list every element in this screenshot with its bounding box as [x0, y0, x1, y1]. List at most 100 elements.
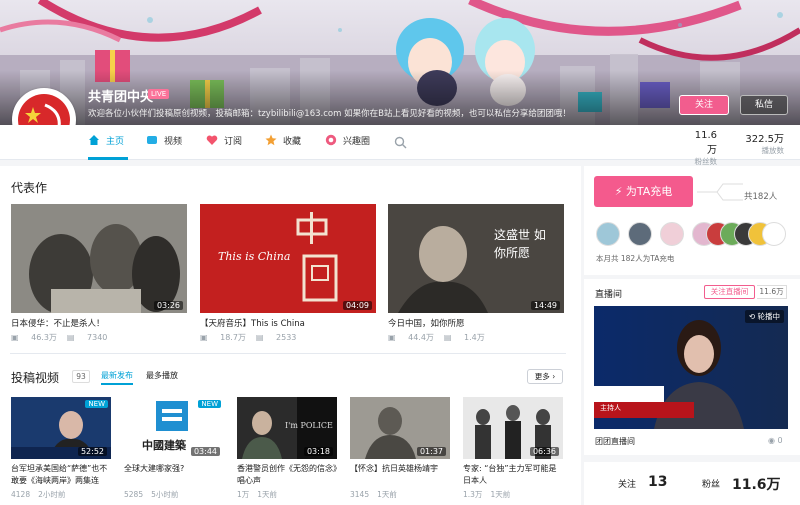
tab-video[interactable]: 视频 [146, 125, 182, 160]
upload-card[interactable]: 中國建築 NEW 03:44 全球大建哪家强? 5285 5小时前 [124, 397, 224, 500]
video-title[interactable]: 日本侵华：不止是杀人！ [11, 317, 187, 329]
tab-subscribe[interactable]: 订阅 [206, 125, 242, 160]
plays-count: 18.7万 [220, 333, 246, 342]
circuit-decoration [697, 183, 743, 201]
video-thumbnail[interactable]: 06:36 [463, 397, 563, 459]
home-icon [89, 135, 99, 145]
fan-avatar[interactable] [628, 222, 652, 246]
tab-home-label: 主页 [106, 137, 125, 147]
masterpiece-card[interactable]: 03:26 日本侵华：不止是杀人！ ▣ 46.3万 ▤ 7340 [11, 204, 187, 343]
thumb-caption: 中國建築 [142, 439, 186, 452]
upload-card[interactable]: 01:37 【怀念】抗日英雄杨靖宇 3145 1天前 [350, 397, 450, 500]
duration: 01:37 [416, 447, 446, 456]
signature: 欢迎各位小伙伴们投稿原创视频，投稿邮箱：tzybilibili@163.com … [88, 109, 571, 119]
fans-label[interactable]: 粉丝 [702, 477, 720, 490]
video-thumbnail[interactable]: NEW 52:52 [11, 397, 111, 459]
duration: 04:09 [342, 301, 372, 310]
masterpiece-title: 代表作 [11, 181, 48, 195]
upload-card[interactable]: I'm POLICE 03:18 香港警员创作《无怨的信念》唱心声 1万 1天前 [237, 397, 337, 500]
danmaku-count: 1.4万 [464, 333, 485, 342]
live-host-image [594, 306, 788, 429]
danmaku-icon: ▤ [66, 333, 78, 342]
upload-time: 1天前 [257, 490, 278, 499]
masterpiece-card[interactable]: This is China 04:09 【天府音乐】This is China … [200, 204, 376, 343]
tab-favorites-label: 收藏 [283, 137, 302, 147]
more-button[interactable]: 更多 › [527, 369, 563, 384]
plays-icon: ▣ [200, 333, 211, 342]
thumb-caption: This is China [218, 250, 291, 263]
duration: 14:49 [530, 301, 560, 310]
nav-bar: 主页 视频 订阅 收藏 兴趣圈 11.6万 粉丝数 322.5万 播放数 [0, 125, 800, 166]
video-thumbnail[interactable]: This is China 04:09 [200, 204, 376, 313]
lightning-icon: ⚡ [614, 185, 626, 198]
tab-circles[interactable]: 兴趣圈 [325, 125, 370, 160]
tab-circles-label: 兴趣圈 [343, 137, 371, 147]
uploads-count: 93 [72, 370, 90, 383]
plays-count: 46.3万 [31, 333, 57, 342]
video-meta: ▣ 18.7万 ▤ 2533 [200, 332, 376, 343]
fans-count[interactable]: 11.6万 [732, 474, 781, 494]
upload-time: 1天前 [377, 490, 397, 499]
video-meta: 1.3万 1天前 [463, 489, 563, 500]
new-badge: NEW [85, 400, 108, 408]
tab-home[interactable]: 主页 [88, 125, 124, 160]
charge-total: 共182人 [744, 192, 778, 202]
video-title[interactable]: 专家: “台独”主力军可能是日本人 [463, 463, 563, 487]
plays-count: 4128 [11, 490, 31, 499]
live-room-name[interactable]: 团团直播间 [595, 436, 635, 447]
fan-avatar[interactable] [762, 222, 786, 246]
chevron-right-icon: › [552, 372, 556, 381]
video-title[interactable]: 【天府音乐】This is China [200, 317, 376, 329]
danmaku-count: 2533 [276, 333, 297, 342]
video-meta: 3145 1天前 [350, 489, 450, 500]
stat-fans-value: 11.6万 [694, 130, 717, 156]
follow-button[interactable]: 关注 [679, 95, 729, 115]
danmaku-count: 7340 [87, 333, 108, 342]
following-label[interactable]: 关注 [618, 477, 636, 490]
masterpiece-card[interactable]: 这盛世 如你所愿 14:49 今日中国，如你所愿 ▣ 44.4万 ▤ 1.4万 [388, 204, 564, 343]
following-count[interactable]: 13 [648, 474, 667, 490]
carousel-badge: ⟲ 轮播中 [744, 310, 784, 323]
eye-icon: ◉ [768, 436, 778, 445]
charge-button[interactable]: ⚡ 为TA充电 [594, 176, 693, 207]
video-title[interactable]: 【怀念】抗日英雄杨靖宇 [350, 463, 450, 487]
fan-avatar[interactable] [596, 222, 620, 246]
video-thumbnail[interactable]: I'm POLICE 03:18 [237, 397, 337, 459]
danmaku-icon: ▤ [443, 333, 455, 342]
stat-plays-value: 322.5万 [745, 134, 784, 145]
sort-most-tab[interactable]: 最多播放 [146, 370, 178, 381]
thumb-old-photo [11, 204, 187, 313]
charge-button-label: 为TA充电 [625, 185, 673, 198]
video-title[interactable]: 今日中国，如你所愿 [388, 317, 564, 329]
upload-card[interactable]: 06:36 专家: “台独”主力军可能是日本人 1.3万 1天前 [463, 397, 563, 500]
thumb-caption: 这盛世 如你所愿 [494, 228, 546, 260]
video-thumbnail[interactable]: 这盛世 如你所愿 14:49 [388, 204, 564, 313]
live-follow-button[interactable]: 关注直播间 [704, 285, 755, 299]
video-title[interactable]: 全球大建哪家强? [124, 463, 224, 487]
section-divider [10, 353, 566, 354]
duration: 06:36 [529, 447, 559, 456]
fan-avatar[interactable] [660, 222, 684, 246]
duration: 03:44 [190, 447, 220, 456]
sort-latest-tab[interactable]: 最新发布 [101, 370, 133, 385]
message-button[interactable]: 私信 [740, 95, 788, 115]
tab-favorites[interactable]: 收藏 [265, 125, 301, 160]
video-title[interactable]: 香港警员创作《无怨的信念》唱心声 [237, 463, 337, 487]
video-thumbnail[interactable]: 中國建築 NEW 03:44 [124, 397, 224, 459]
live-thumbnail[interactable]: 主持人 ⟲ 轮播中 [594, 306, 788, 429]
upload-time: 1天前 [490, 490, 511, 499]
upload-card[interactable]: NEW 52:52 台军坦承美国给“萨德”也不敢要《海峡两岸》两集连 4128 2… [11, 397, 111, 500]
live-fans-count: 11.6万 [757, 285, 787, 299]
duration: 03:26 [153, 301, 183, 310]
live-badge[interactable]: LIVE [148, 89, 170, 99]
tab-video-label: 视频 [164, 137, 183, 147]
plays-icon: ▣ [388, 333, 399, 342]
video-thumbnail[interactable]: 01:37 [350, 397, 450, 459]
video-thumbnail[interactable]: 03:26 [11, 204, 187, 313]
star-icon [265, 134, 277, 146]
stat-fans[interactable]: 11.6万 粉丝数 [685, 130, 718, 167]
circle-icon [325, 134, 337, 146]
plays-count: 44.4万 [408, 333, 434, 342]
search-icon[interactable] [394, 136, 407, 149]
video-title[interactable]: 台军坦承美国给“萨德”也不敢要《海峡两岸》两集连 [11, 463, 111, 487]
